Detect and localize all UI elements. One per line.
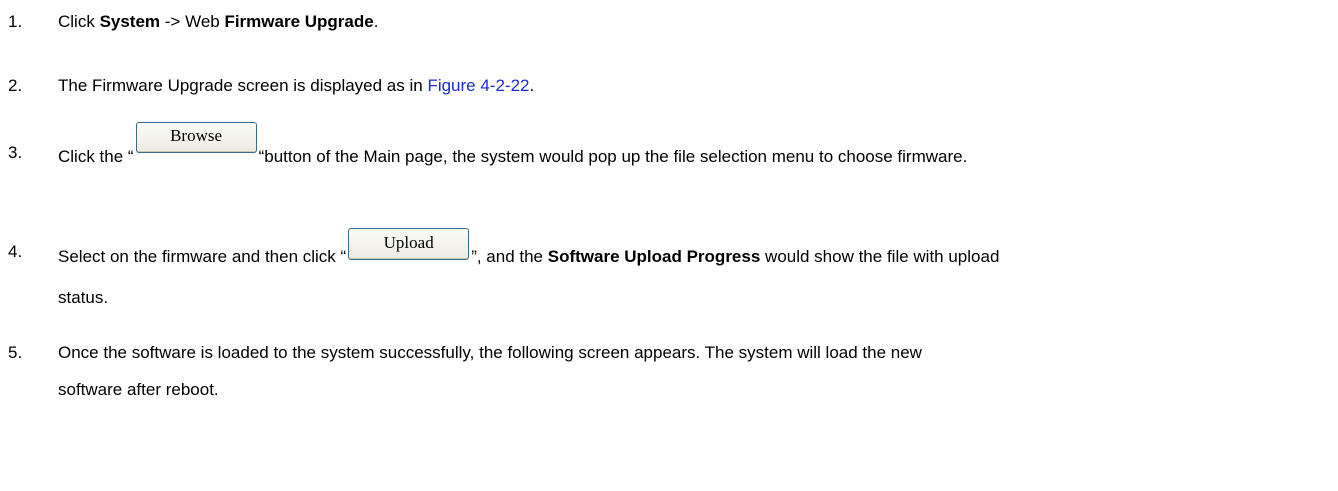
step-text: Click System -> Web Firmware Upgrade. [58,12,379,31]
step-number: 2. [8,76,23,95]
step-text: status. [58,288,109,307]
browse-button[interactable]: Browse [135,122,257,153]
menu-firmware-upgrade: Firmware Upgrade [224,12,374,31]
step-text: Select on the firmware and then click “U… [58,228,999,274]
figure-link[interactable]: Figure 4-2-22 [427,76,529,95]
upload-button[interactable]: Upload [348,228,470,260]
step-number: 3. [8,143,23,162]
menu-system: System [99,12,161,31]
step-text: software after reboot. [58,380,219,399]
step-text: Once the software is loaded to the syste… [58,343,922,362]
step-text: Click the “Browse“button of the Main pag… [58,122,967,174]
software-upload-progress-label: Software Upload Progress [547,247,761,266]
step-text: The Firmware Upgrade screen is displayed… [58,76,535,95]
step-number: 4. [8,242,23,261]
step-number: 5. [8,343,23,362]
step-number: 1. [8,12,23,31]
